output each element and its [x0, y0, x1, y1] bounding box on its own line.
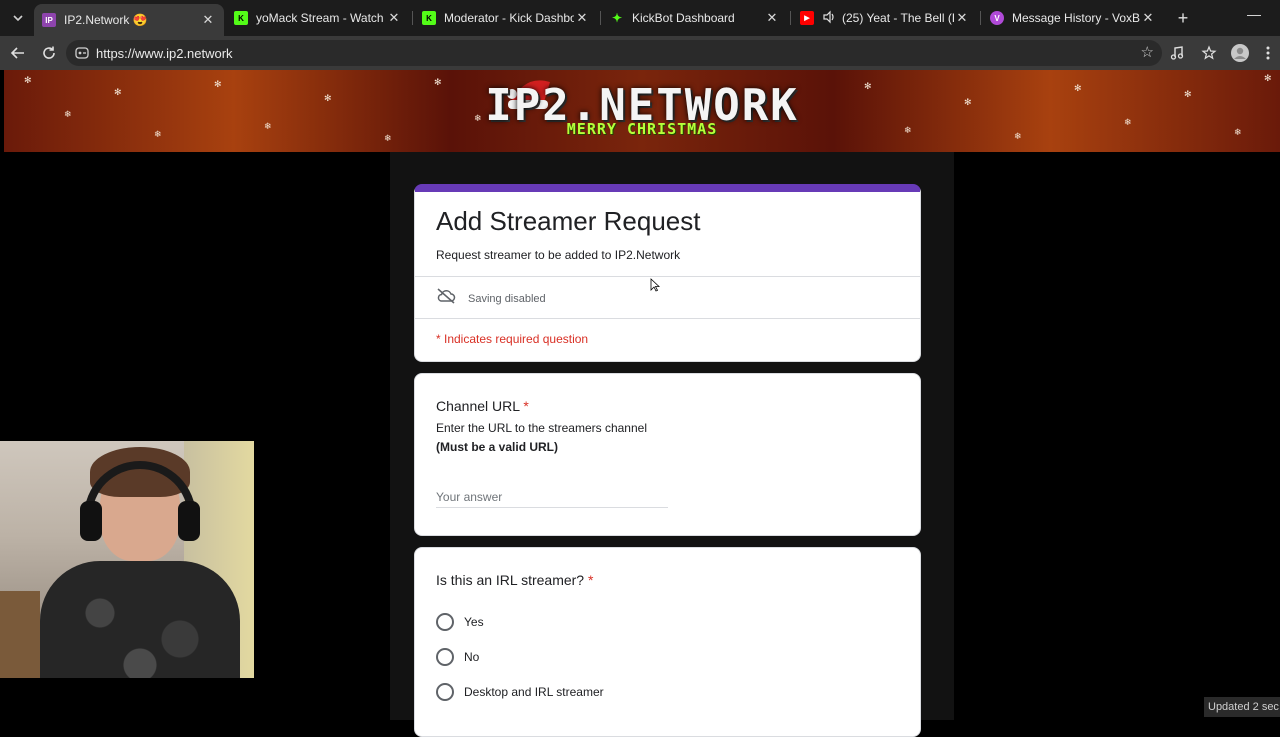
radio-option-label: No	[464, 650, 480, 664]
question-title-text: Is this an IRL streamer?	[436, 572, 585, 588]
question-title: Channel URL *	[436, 398, 529, 414]
question-card-irl-streamer: Is this an IRL streamer? * Yes No Deskto…	[414, 547, 921, 737]
headset-earcup-left	[80, 501, 102, 541]
site-banner: ✻ ❄ ✻ ❄ ✻ ❄ ✻ ❄ ✻ ❄ ✻ ❄ ✻ ❄ ✻ ❄ ✻ ❄ ✻ IP…	[4, 70, 1280, 152]
tab-title: KickBot Dashboard	[632, 11, 735, 25]
media-control-icon[interactable]	[1166, 42, 1188, 64]
question-description: Enter the URL to the streamers channel	[436, 421, 647, 435]
tab-youtube-yeat[interactable]: ▶ (25) Yeat - The Bell (Real ✕	[792, 4, 978, 32]
divider	[415, 318, 920, 319]
kick-favicon-icon: K	[234, 11, 248, 25]
browser-toolbar: https://www.ip2.network ☆	[0, 36, 1280, 70]
audio-playing-icon[interactable]	[822, 10, 836, 27]
form-description: Request streamer to be added to IP2.Netw…	[436, 248, 681, 262]
tab-moderator-kick-dashboard[interactable]: K Moderator - Kick Dashboard ✕	[414, 4, 598, 32]
favorite-star-icon[interactable]: ☆	[1141, 43, 1154, 61]
tab-ip2-network[interactable]: IP IP2.Network 😍 ✕	[34, 4, 224, 36]
tab-title: IP2.Network 😍	[64, 13, 148, 27]
divider	[415, 276, 920, 277]
favorites-icon[interactable]	[1198, 42, 1220, 64]
radio-option-yes[interactable]: Yes	[436, 613, 484, 631]
youtube-favicon-icon: ▶	[800, 11, 814, 25]
tab-title: Message History - VoxBot	[1012, 11, 1140, 25]
kickbot-favicon-icon: ✦	[611, 11, 623, 25]
radio-button[interactable]	[436, 613, 454, 631]
radio-option-no[interactable]: No	[436, 648, 479, 666]
webcam-overlay	[0, 441, 254, 678]
tab-title: yoMack Stream - Watch Live o	[256, 11, 386, 25]
required-asterisk: *	[587, 572, 594, 588]
radio-button[interactable]	[436, 648, 454, 666]
question-description-bold: (Must be a valid URL)	[436, 440, 559, 454]
saving-status-text: Saving disabled	[468, 292, 546, 305]
cloud-off-icon	[436, 288, 456, 309]
form-title: Add Streamer Request	[436, 206, 701, 236]
more-options-icon[interactable]	[1257, 42, 1279, 64]
new-tab-plus-icon[interactable]: +	[1172, 7, 1194, 29]
tab-separator	[790, 11, 791, 25]
back-arrow-icon[interactable]	[7, 42, 29, 64]
saving-status: Saving disabled	[436, 288, 546, 309]
merry-christmas-text: MERRY CHRISTMAS	[566, 120, 718, 138]
headset-earcup-right	[178, 501, 200, 541]
kick-favicon-icon: K	[422, 11, 436, 25]
question-title: Is this an IRL streamer? *	[436, 572, 593, 588]
radio-button[interactable]	[436, 683, 454, 701]
required-question-note: * Indicates required question	[436, 332, 589, 346]
profile-avatar-icon[interactable]	[1229, 42, 1251, 64]
tab-title: Moderator - Kick Dashboard	[444, 11, 574, 25]
minimize-icon[interactable]: —	[1244, 6, 1264, 26]
tab-voxbot-message-history[interactable]: V Message History - VoxBot ✕	[982, 4, 1164, 32]
tab-separator	[980, 11, 981, 25]
address-bar[interactable]: https://www.ip2.network ☆	[66, 40, 1162, 66]
radio-option-desktop-and-irl[interactable]: Desktop and IRL streamer	[436, 683, 604, 701]
required-asterisk: *	[523, 398, 529, 414]
close-tab-icon[interactable]: ✕	[386, 10, 402, 26]
tab-title: (25) Yeat - The Bell (Real	[842, 11, 954, 25]
webcam-background-shelf	[0, 591, 40, 678]
close-tab-icon[interactable]: ✕	[954, 10, 970, 26]
radio-option-label: Yes	[464, 615, 484, 629]
streamer-hoodie	[40, 561, 240, 678]
tab-yomack-stream[interactable]: K yoMack Stream - Watch Live o ✕	[226, 4, 410, 32]
site-info-icon[interactable]	[74, 45, 90, 61]
reload-icon[interactable]	[38, 42, 60, 64]
mouse-cursor-icon	[650, 278, 660, 292]
tab-kickbot-dashboard[interactable]: ✦ KickBot Dashboard ✕	[602, 4, 788, 32]
browser-tab-strip: IP IP2.Network 😍 ✕ K yoMack Stream - Wat…	[0, 0, 1280, 36]
question-card-channel-url: Channel URL * Enter the URL to the strea…	[414, 373, 921, 536]
ip2-favicon-icon: IP	[42, 13, 56, 27]
channel-url-input[interactable]: Your answer	[436, 488, 668, 508]
question-title-text: Channel URL	[436, 398, 520, 414]
tab-menu-chevron-down-icon[interactable]	[6, 7, 30, 29]
tab-separator	[600, 11, 601, 25]
close-tab-icon[interactable]: ✕	[200, 12, 216, 28]
form-header-card: Add Streamer Request Request streamer to…	[414, 184, 921, 362]
close-tab-icon[interactable]: ✕	[574, 10, 590, 26]
close-tab-icon[interactable]: ✕	[764, 10, 780, 26]
status-corner-text: Updated 2 sec	[1204, 697, 1280, 717]
tab-separator	[412, 11, 413, 25]
radio-option-label: Desktop and IRL streamer	[464, 685, 604, 699]
close-tab-icon[interactable]: ✕	[1140, 10, 1156, 26]
url-text: https://www.ip2.network	[96, 46, 233, 61]
voxbot-favicon-icon: V	[990, 11, 1004, 25]
